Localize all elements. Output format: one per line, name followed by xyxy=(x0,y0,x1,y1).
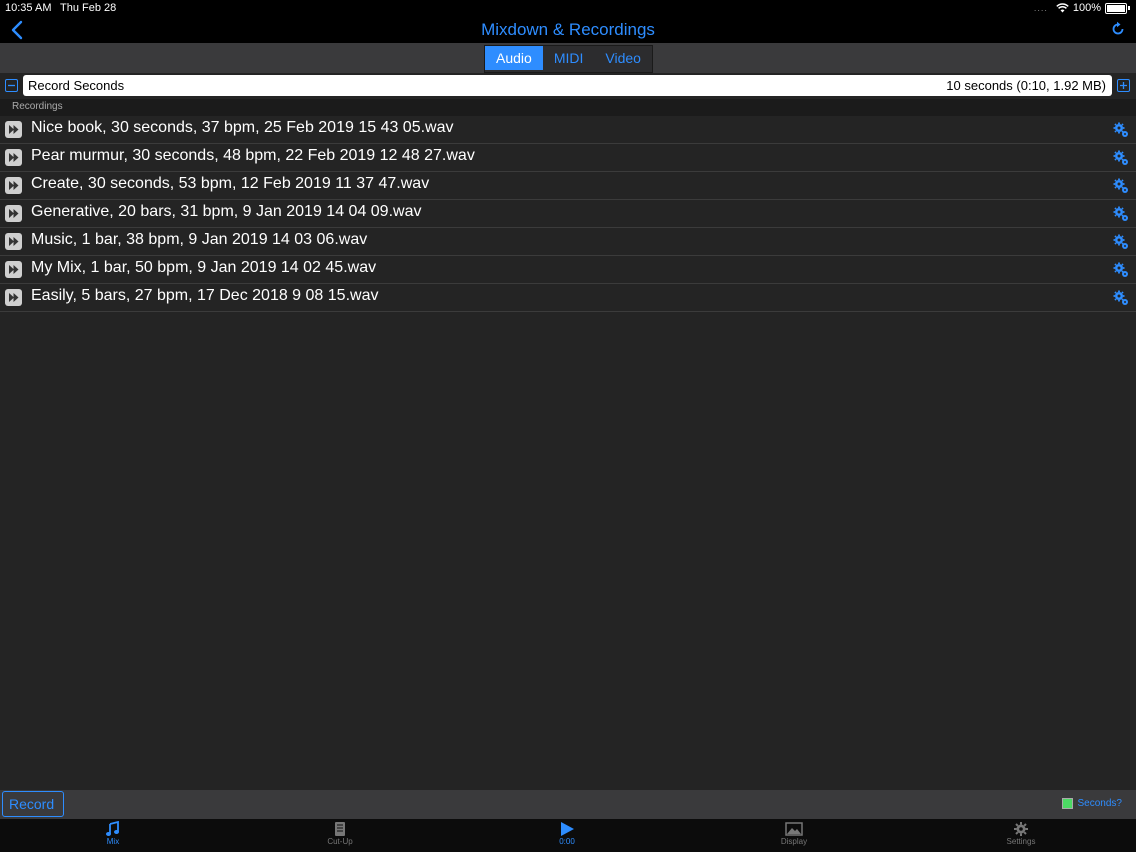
gears-icon xyxy=(1113,206,1128,221)
play-button[interactable] xyxy=(5,121,22,138)
record-seconds-field[interactable]: Record Seconds 10 seconds (0:10, 1.92 MB… xyxy=(23,75,1112,96)
record-seconds-value: 10 seconds (0:10, 1.92 MB) xyxy=(946,78,1106,93)
recordings-header-label: Recordings xyxy=(12,101,63,112)
recording-settings-button[interactable] xyxy=(1112,261,1130,279)
tab-display-label: Display xyxy=(780,837,808,846)
list-item[interactable]: Music, 1 bar, 38 bpm, 9 Jan 2019 14 03 0… xyxy=(0,228,1136,256)
play-icon xyxy=(9,265,19,274)
tab-mix-label: Mix xyxy=(106,837,120,846)
recording-name: Easily, 5 bars, 27 bpm, 17 Dec 2018 9 08… xyxy=(31,287,379,304)
image-icon xyxy=(785,822,803,836)
document-icon xyxy=(335,822,345,836)
recording-settings-button[interactable] xyxy=(1112,233,1130,251)
list-item[interactable]: Create, 30 seconds, 53 bpm, 12 Feb 2019 … xyxy=(0,172,1136,200)
tab-play-label: 0:00 xyxy=(559,837,575,846)
battery-icon xyxy=(1105,2,1127,14)
tab-mix[interactable]: Mix xyxy=(83,821,143,846)
gears-icon xyxy=(1113,290,1128,305)
list-item[interactable]: My Mix, 1 bar, 50 bpm, 9 Jan 2019 14 02 … xyxy=(0,256,1136,284)
seconds-toggle[interactable]: Seconds? xyxy=(1061,798,1122,809)
tab-play[interactable]: 0:00 xyxy=(537,821,597,846)
recording-settings-button[interactable] xyxy=(1112,289,1130,307)
recording-name: My Mix, 1 bar, 50 bpm, 9 Jan 2019 14 02 … xyxy=(31,259,377,276)
gears-icon xyxy=(1113,262,1128,277)
segment-video[interactable]: Video xyxy=(594,46,652,70)
list-item[interactable]: Easily, 5 bars, 27 bpm, 17 Dec 2018 9 08… xyxy=(0,284,1136,312)
recording-name: Pear murmur, 30 seconds, 48 bpm, 22 Feb … xyxy=(31,147,475,164)
segment-midi[interactable]: MIDI xyxy=(543,46,595,70)
recording-settings-button[interactable] xyxy=(1112,205,1130,223)
gear-icon xyxy=(1014,822,1028,836)
tab-settings[interactable]: Settings xyxy=(991,821,1051,846)
record-button[interactable]: Record xyxy=(2,791,64,817)
signal-icon: .... xyxy=(1033,3,1048,13)
play-icon xyxy=(9,125,19,134)
play-icon xyxy=(561,822,574,836)
play-icon xyxy=(9,153,19,162)
recordings-list: Nice book, 30 seconds, 37 bpm, 25 Feb 20… xyxy=(0,116,1136,312)
minus-icon xyxy=(8,84,15,87)
record-seconds-label: Record Seconds xyxy=(28,78,125,93)
gears-icon xyxy=(1113,178,1128,193)
list-item[interactable]: Pear murmur, 30 seconds, 48 bpm, 22 Feb … xyxy=(0,144,1136,172)
tab-cut-up-label: Cut-Up xyxy=(327,837,353,846)
navigation-bar: Mixdown & Recordings xyxy=(0,17,1136,43)
recordings-section-header: Recordings xyxy=(0,99,1136,116)
list-item[interactable]: Nice book, 30 seconds, 37 bpm, 25 Feb 20… xyxy=(0,116,1136,144)
bottom-toolbar: Record Seconds? xyxy=(0,790,1136,819)
record-seconds-row: Record Seconds 10 seconds (0:10, 1.92 MB… xyxy=(0,75,1136,97)
status-date: Thu Feb 28 xyxy=(60,2,117,14)
play-icon xyxy=(9,209,19,218)
play-button[interactable] xyxy=(5,289,22,306)
play-button[interactable] xyxy=(5,177,22,194)
recording-name: Create, 30 seconds, 53 bpm, 12 Feb 2019 … xyxy=(31,175,430,192)
gears-icon xyxy=(1113,150,1128,165)
list-item[interactable]: Generative, 20 bars, 31 bpm, 9 Jan 2019 … xyxy=(0,200,1136,228)
refresh-icon xyxy=(1112,21,1124,35)
recording-settings-button[interactable] xyxy=(1112,121,1130,139)
segment-bar: Audio MIDI Video xyxy=(0,43,1136,73)
play-icon xyxy=(9,181,19,190)
tab-settings-label: Settings xyxy=(1006,837,1036,846)
status-time: 10:35 AM xyxy=(5,2,52,14)
recording-name: Nice book, 30 seconds, 37 bpm, 25 Feb 20… xyxy=(31,119,454,136)
status-bar: 10:35 AM Thu Feb 28 .... 100% xyxy=(0,0,1136,17)
tab-display[interactable]: Display xyxy=(764,821,824,846)
recording-settings-button[interactable] xyxy=(1112,177,1130,195)
gears-icon xyxy=(1113,234,1128,249)
refresh-button[interactable] xyxy=(1110,21,1128,39)
play-button[interactable] xyxy=(5,261,22,278)
battery-percent: 100% xyxy=(1072,2,1101,14)
wifi-icon xyxy=(1056,3,1069,13)
increment-button[interactable] xyxy=(1117,79,1130,92)
recording-settings-button[interactable] xyxy=(1112,149,1130,167)
plus-icon xyxy=(1120,82,1127,89)
play-button[interactable] xyxy=(5,149,22,166)
page-title: Mixdown & Recordings xyxy=(481,20,655,39)
seconds-label: Seconds? xyxy=(1077,798,1122,809)
media-type-segmented-control: Audio MIDI Video xyxy=(484,45,653,73)
play-icon xyxy=(9,237,19,246)
recording-name: Generative, 20 bars, 31 bpm, 9 Jan 2019 … xyxy=(31,203,422,220)
battery-tip xyxy=(1128,6,1130,10)
gears-icon xyxy=(1113,122,1128,137)
recording-name: Music, 1 bar, 38 bpm, 9 Jan 2019 14 03 0… xyxy=(31,231,368,248)
decrement-button[interactable] xyxy=(5,79,18,92)
status-right: .... 100% xyxy=(1034,2,1130,14)
music-note-icon xyxy=(106,821,119,836)
play-button[interactable] xyxy=(5,233,22,250)
seconds-checkbox[interactable] xyxy=(1061,798,1073,809)
segment-audio[interactable]: Audio xyxy=(485,46,543,70)
tab-cut-up[interactable]: Cut-Up xyxy=(310,821,370,846)
play-icon xyxy=(9,293,19,302)
play-button[interactable] xyxy=(5,205,22,222)
tab-bar: Mix Cut-Up 0:00 Display Settings xyxy=(0,819,1136,852)
